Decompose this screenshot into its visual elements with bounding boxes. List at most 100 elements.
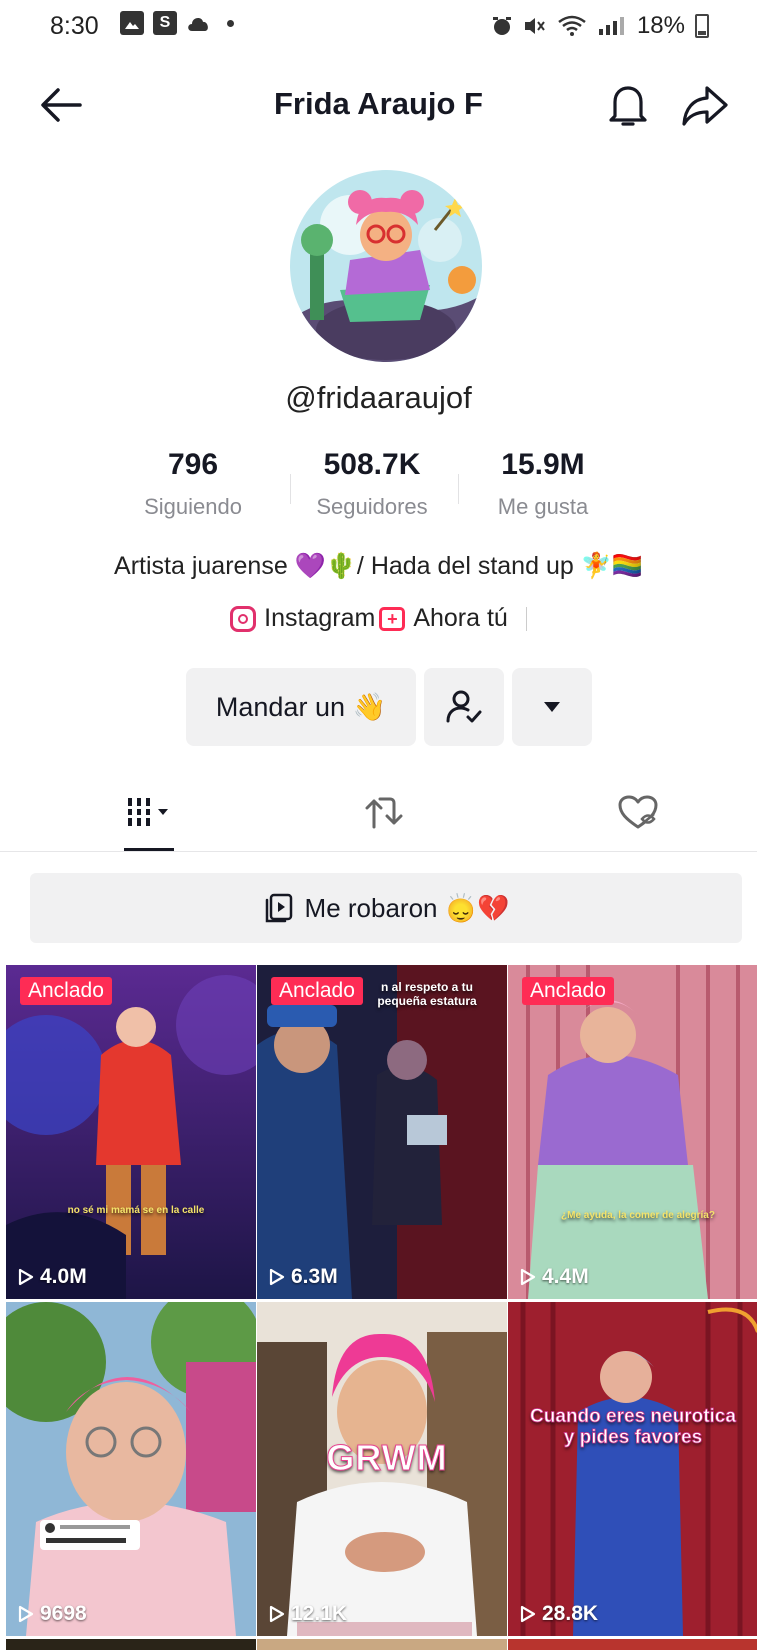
- link-divider: [525, 606, 527, 631]
- tab-videos[interactable]: [90, 772, 210, 852]
- view-count: 28.8K: [520, 1602, 598, 1626]
- view-count-value: 4.4M: [542, 1265, 589, 1288]
- s-app-icon: S: [153, 11, 177, 35]
- playlist-icon: [265, 893, 292, 923]
- instagram-icon: [230, 605, 257, 632]
- video-thumbnail: [6, 965, 256, 1299]
- view-count-value: 28.8K: [542, 1602, 599, 1625]
- view-count-value: 12.1K: [291, 1602, 348, 1625]
- video-caption: ¿Me ayuda, la comer de alegría?: [561, 1210, 715, 1221]
- video-grid: Anclado no sé mi mamá se en la calle 4.0…: [6, 965, 757, 1650]
- play-icon: [520, 1605, 536, 1623]
- caret-down-icon: [544, 702, 560, 712]
- status-time: 8:30: [50, 12, 99, 40]
- video-tile[interactable]: [6, 1639, 256, 1650]
- video-caption: Cuando eres neurotica y pides favores: [530, 1406, 737, 1448]
- likes-count: 15.9M: [501, 448, 585, 481]
- stat-following[interactable]: 796 Siguiendo: [118, 448, 268, 520]
- following-label: Siguiendo: [144, 494, 242, 519]
- stat-followers[interactable]: 508.7K Seguidores: [297, 448, 447, 520]
- profile-stats: 796 Siguiendo 508.7K Seguidores 15.9M Me…: [140, 448, 630, 528]
- likes-label: Me gusta: [497, 494, 589, 519]
- followers-count: 508.7K: [323, 448, 421, 481]
- following-count: 796: [167, 448, 219, 481]
- play-icon: [18, 1268, 34, 1286]
- share-button[interactable]: [680, 82, 730, 128]
- view-count-value: 6.3M: [291, 1265, 338, 1288]
- play-icon: [269, 1268, 285, 1286]
- view-count: 6.3M: [269, 1265, 338, 1289]
- avatar-illustration: [290, 170, 482, 362]
- status-bar: 8:30 S 18%: [0, 0, 757, 60]
- more-options-button[interactable]: [512, 668, 592, 746]
- video-caption: no sé mi mamá se en la calle: [67, 1205, 205, 1216]
- stat-likes[interactable]: 15.9M Me gusta: [468, 448, 618, 520]
- followers-label: Seguidores: [316, 494, 428, 519]
- play-icon: [520, 1268, 536, 1286]
- view-count: 12.1K: [269, 1602, 347, 1626]
- ahora-tu-label: Ahora tú: [413, 604, 508, 632]
- video-thumbnail: [257, 965, 507, 1299]
- view-count-value: 4.0M: [40, 1265, 87, 1288]
- wifi-icon: [558, 15, 586, 36]
- video-tile[interactable]: GRWM 12.1K: [257, 1302, 507, 1636]
- status-icons-right: 18%: [491, 12, 709, 40]
- playlist-button[interactable]: Me robaron 🙂‍↕️💔: [30, 873, 742, 943]
- instagram-label: Instagram: [264, 604, 376, 632]
- cloud-icon: [188, 18, 208, 31]
- message-button-label: Mandar un 👋: [215, 692, 387, 722]
- stat-divider: [458, 474, 459, 504]
- tab-liked[interactable]: [578, 772, 698, 852]
- profile-header: Frida Araujo F: [0, 70, 757, 140]
- view-count: 4.4M: [520, 1265, 589, 1289]
- battery-percent: 18%: [636, 12, 685, 39]
- playlist-label: Me robaron 🙂‍↕️💔: [304, 892, 510, 923]
- video-thumbnail: [508, 1639, 757, 1650]
- repost-icon: [365, 797, 403, 829]
- video-thumbnail: [508, 965, 757, 1299]
- message-button[interactable]: Mandar un 👋: [186, 668, 416, 746]
- notification-dot: [227, 19, 234, 27]
- video-tile[interactable]: Anclado n al respeto a tu pequeña estatu…: [257, 965, 507, 1299]
- gallery-icon: [120, 11, 144, 35]
- video-tile[interactable]: [257, 1639, 507, 1650]
- active-tab-indicator: [124, 848, 174, 851]
- battery-icon: [695, 14, 709, 38]
- ahora-tu-link[interactable]: + Ahora tú: [379, 604, 508, 633]
- tab-reposts[interactable]: [324, 772, 444, 852]
- alarm-icon: [492, 17, 511, 35]
- pinned-badge: Anclado: [20, 977, 112, 1005]
- mute-icon: [524, 18, 545, 34]
- profile-bio: Artista juarense 💜🌵/ Hada del stand up 🧚…: [114, 552, 643, 580]
- video-tile[interactable]: Anclado no sé mi mamá se en la calle 4.0…: [6, 965, 256, 1299]
- profile-links: Instagram + Ahora tú: [0, 604, 757, 633]
- video-thumbnail: [257, 1639, 507, 1650]
- status-icons-left: S: [120, 11, 234, 35]
- avatar[interactable]: [290, 170, 482, 362]
- view-count: 4.0M: [18, 1265, 87, 1289]
- video-caption: n al respeto a tu pequeña estatura: [377, 980, 477, 1008]
- video-tile[interactable]: Cuando eres neurotica y pides favores 28…: [508, 1302, 757, 1636]
- video-thumbnail: [508, 1302, 757, 1636]
- pinned-badge: Anclado: [522, 977, 614, 1005]
- grid-icon: [128, 798, 168, 826]
- video-tile[interactable]: Anclado ¿Me ayuda, la comer de alegría? …: [508, 965, 757, 1299]
- video-thumbnail: [6, 1639, 256, 1650]
- view-count-value: 9698: [40, 1602, 87, 1625]
- bell-icon: [609, 86, 647, 126]
- following-button[interactable]: [424, 668, 504, 746]
- stat-divider: [290, 474, 291, 504]
- hidden-heart-icon: [618, 795, 658, 829]
- video-tile[interactable]: 9698: [6, 1302, 256, 1636]
- profile-tabs: [0, 772, 757, 852]
- plus-box-icon: +: [379, 606, 406, 631]
- video-thumbnail: [6, 1302, 256, 1636]
- username: @fridaaraujof: [285, 380, 472, 415]
- pinned-badge: Anclado: [271, 977, 363, 1005]
- signal-icon: [598, 17, 624, 35]
- play-icon: [18, 1605, 34, 1623]
- instagram-link[interactable]: Instagram: [230, 604, 375, 633]
- notifications-button[interactable]: [605, 80, 651, 130]
- video-tile[interactable]: [508, 1639, 757, 1650]
- share-icon: [682, 86, 728, 126]
